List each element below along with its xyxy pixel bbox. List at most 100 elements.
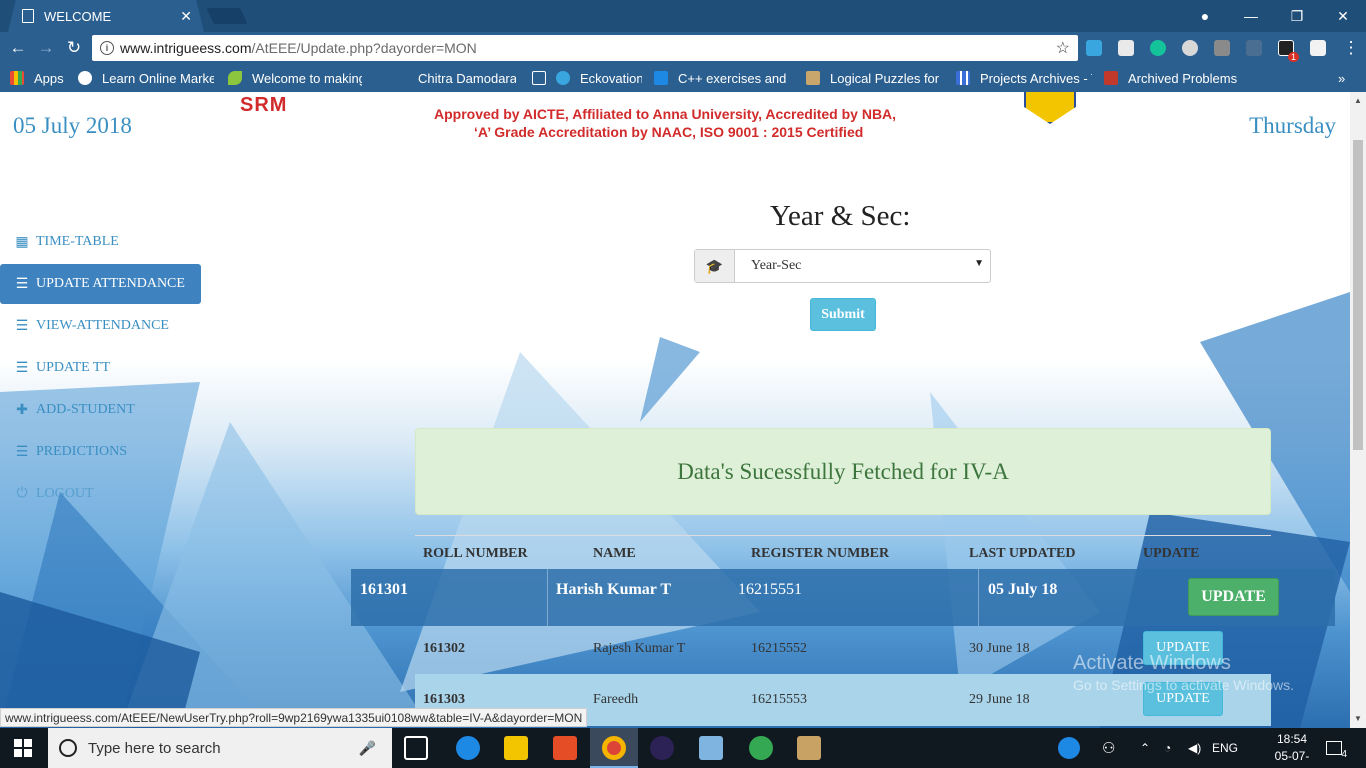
extension-square-icon[interactable] — [1310, 40, 1326, 56]
pdf-icon[interactable] — [1214, 40, 1230, 56]
page-scrollbar[interactable]: ▲ ▼ — [1350, 92, 1366, 728]
profile-icon[interactable]: ● — [1182, 0, 1228, 32]
bookmark-label: Projects Archives - T — [980, 70, 1092, 86]
sidebar-item-update-attendance[interactable]: ☰ UPDATE ATTENDANCE — [0, 264, 201, 304]
close-tab-icon[interactable]: ✕ — [180, 8, 192, 25]
sidebar-item-label: LOGOUT — [36, 486, 94, 501]
bookmark-archived[interactable]: Archived Problems - — [1104, 70, 1240, 86]
browser-tab-active[interactable]: WELCOME ✕ — [8, 0, 204, 32]
column-header-register: REGISTER NUMBER — [751, 546, 890, 561]
year-sec-select[interactable]: Year-Sec ▼ — [735, 250, 990, 282]
language-indicator[interactable]: ENG — [1212, 728, 1238, 768]
activate-windows-title: Activate Windows — [1073, 652, 1231, 674]
bookmark-projects[interactable]: Projects Archives - T — [956, 70, 1092, 86]
taskbar-clock[interactable]: 18:54 05-07-2018 — [1262, 731, 1322, 768]
google-icon — [78, 71, 92, 85]
sidebar-item-update-tt[interactable]: ☰ UPDATE TT — [0, 348, 201, 388]
url-host: www.intrigueess.com — [120, 40, 252, 56]
close-window-button[interactable]: ✕ — [1320, 0, 1366, 32]
cell-roll: 161303 — [423, 692, 465, 707]
bookmark-learn-online[interactable]: Learn Online Market — [78, 70, 214, 86]
address-bar[interactable]: i www.intrigueess.com/AtEEE/Update.php?d… — [92, 35, 1078, 61]
task-view-icon[interactable] — [404, 736, 428, 760]
sidebar-item-label: ADD-STUDENT — [36, 402, 135, 417]
taskbar-search-box[interactable]: Type here to search 🎤 — [48, 728, 392, 768]
people-icon[interactable]: ⚇ — [1102, 728, 1115, 768]
wifi-icon[interactable]: ◔ — [1164, 728, 1171, 768]
link-status-bar: www.intrigueess.com/AtEEE/NewUserTry.php… — [0, 708, 588, 727]
scroll-up-arrow-icon[interactable]: ▲ — [1354, 96, 1362, 105]
bookmark-welcome[interactable]: Welcome to making — [228, 70, 362, 86]
scroll-down-arrow-icon[interactable]: ▼ — [1354, 714, 1362, 723]
help-icon[interactable] — [1058, 728, 1080, 768]
grammarly-icon[interactable] — [1150, 40, 1166, 56]
virtualbox-icon[interactable] — [699, 736, 723, 760]
new-tab-button[interactable] — [206, 8, 248, 24]
forward-arrow-icon[interactable]: → — [33, 36, 59, 60]
reload-icon[interactable]: ↻ — [61, 36, 87, 60]
windows-start-icon[interactable] — [14, 739, 32, 757]
eclipse-icon[interactable] — [650, 736, 674, 760]
paint-icon[interactable] — [797, 736, 821, 760]
bookmark-star-icon[interactable]: ☆ — [1056, 38, 1070, 58]
minimize-button[interactable]: — — [1228, 0, 1274, 32]
browser-tab-strip: WELCOME ✕ ● — ❐ ✕ — [0, 0, 1366, 32]
bookmark-label: Apps — [34, 70, 64, 86]
back-arrow-icon[interactable]: ← — [5, 36, 31, 60]
file-explorer-icon[interactable] — [504, 736, 528, 760]
submit-button[interactable]: Submit — [810, 298, 876, 331]
notification-extension-icon[interactable]: 1 — [1278, 40, 1299, 62]
app-icon[interactable] — [553, 736, 577, 760]
bookmark-apps[interactable]: Apps — [10, 70, 64, 86]
atom-icon[interactable] — [749, 736, 773, 760]
extension-cube-icon[interactable] — [1118, 40, 1134, 56]
bookmark-logical-puzzles[interactable]: Logical Puzzles for Ir — [806, 70, 942, 86]
update-button[interactable]: UPDATE — [1188, 578, 1279, 616]
sidebar-item-add-student[interactable]: ✚ ADD-STUDENT — [0, 390, 201, 430]
sidebar-nav: ▦ TIME-TABLE ☰ UPDATE ATTENDANCE ☰ VIEW-… — [0, 222, 201, 516]
column-header-name: NAME — [593, 546, 636, 561]
sidebar-item-label: TIME-TABLE — [36, 234, 119, 249]
cell-last-updated: 05 July 18 — [988, 581, 1058, 598]
php-icon[interactable] — [1246, 40, 1262, 56]
eckovation-icon — [556, 71, 570, 85]
select-value: Year-Sec — [751, 258, 802, 273]
apps-grid-icon — [10, 71, 24, 85]
current-day: Thursday — [1249, 113, 1336, 138]
bookmark-chitra[interactable]: Chitra Damodaran — [394, 70, 516, 86]
bookmark-label: Welcome to making — [252, 70, 362, 86]
search-placeholder: Type here to search — [88, 739, 221, 757]
sidebar-item-view-attendance[interactable]: ☰ VIEW-ATTENDANCE — [0, 306, 201, 346]
table-row[interactable]: 161301 Harish Kumar T 16215551 05 July 1… — [351, 569, 1335, 626]
cell-name: Fareedh — [593, 692, 639, 707]
bookmark-label: Learn Online Market — [102, 70, 214, 86]
scrollbar-thumb[interactable] — [1353, 140, 1363, 450]
cell-register: 16215551 — [738, 581, 802, 598]
volume-icon[interactable]: ◀) — [1188, 728, 1201, 768]
bookmark-cpp[interactable]: C++ exercises and s — [654, 70, 790, 86]
more-bookmarks-chevron-icon[interactable]: » — [1338, 70, 1345, 86]
restore-button[interactable]: ❐ — [1274, 0, 1320, 32]
notification-count: 4 — [1341, 749, 1347, 760]
info-icon[interactable]: i — [100, 41, 114, 55]
notifications-icon[interactable]: 4 — [1326, 728, 1347, 768]
column-header-update: UPDATE — [1143, 546, 1200, 561]
bookmark-eckovation[interactable]: Eckovation — [532, 70, 642, 86]
column-header-roll: ROLL NUMBER — [423, 546, 528, 561]
approval-line-1: Approved by AICTE, Affiliated to Anna Un… — [434, 106, 897, 122]
cell-divider — [547, 569, 548, 626]
bookmarks-bar: Apps Learn Online Market Welcome to maki… — [0, 64, 1366, 92]
edge-icon[interactable] — [456, 736, 480, 760]
sidebar-item-logout[interactable]: ⏻ LOGOUT — [0, 474, 201, 514]
cell-last-updated: 29 June 18 — [969, 692, 1030, 707]
extension-eye-icon[interactable] — [1182, 40, 1198, 56]
tray-chevron-up-icon[interactable]: ⌃ — [1140, 728, 1150, 768]
college-banner: SRM Approved by AICTE, Affiliated to Ann… — [0, 92, 1350, 142]
menu-dots-icon[interactable]: ⋮ — [1338, 36, 1364, 60]
microphone-icon[interactable]: 🎤 — [359, 740, 376, 757]
sidebar-item-predictions[interactable]: ☰ PREDICTIONS — [0, 432, 201, 472]
extension-icon[interactable] — [1086, 40, 1102, 56]
sidebar-item-time-table[interactable]: ▦ TIME-TABLE — [0, 222, 201, 262]
browser-toolbar: ← → ↻ i www.intrigueess.com/AtEEE/Update… — [0, 32, 1366, 64]
chrome-icon[interactable] — [602, 736, 626, 760]
